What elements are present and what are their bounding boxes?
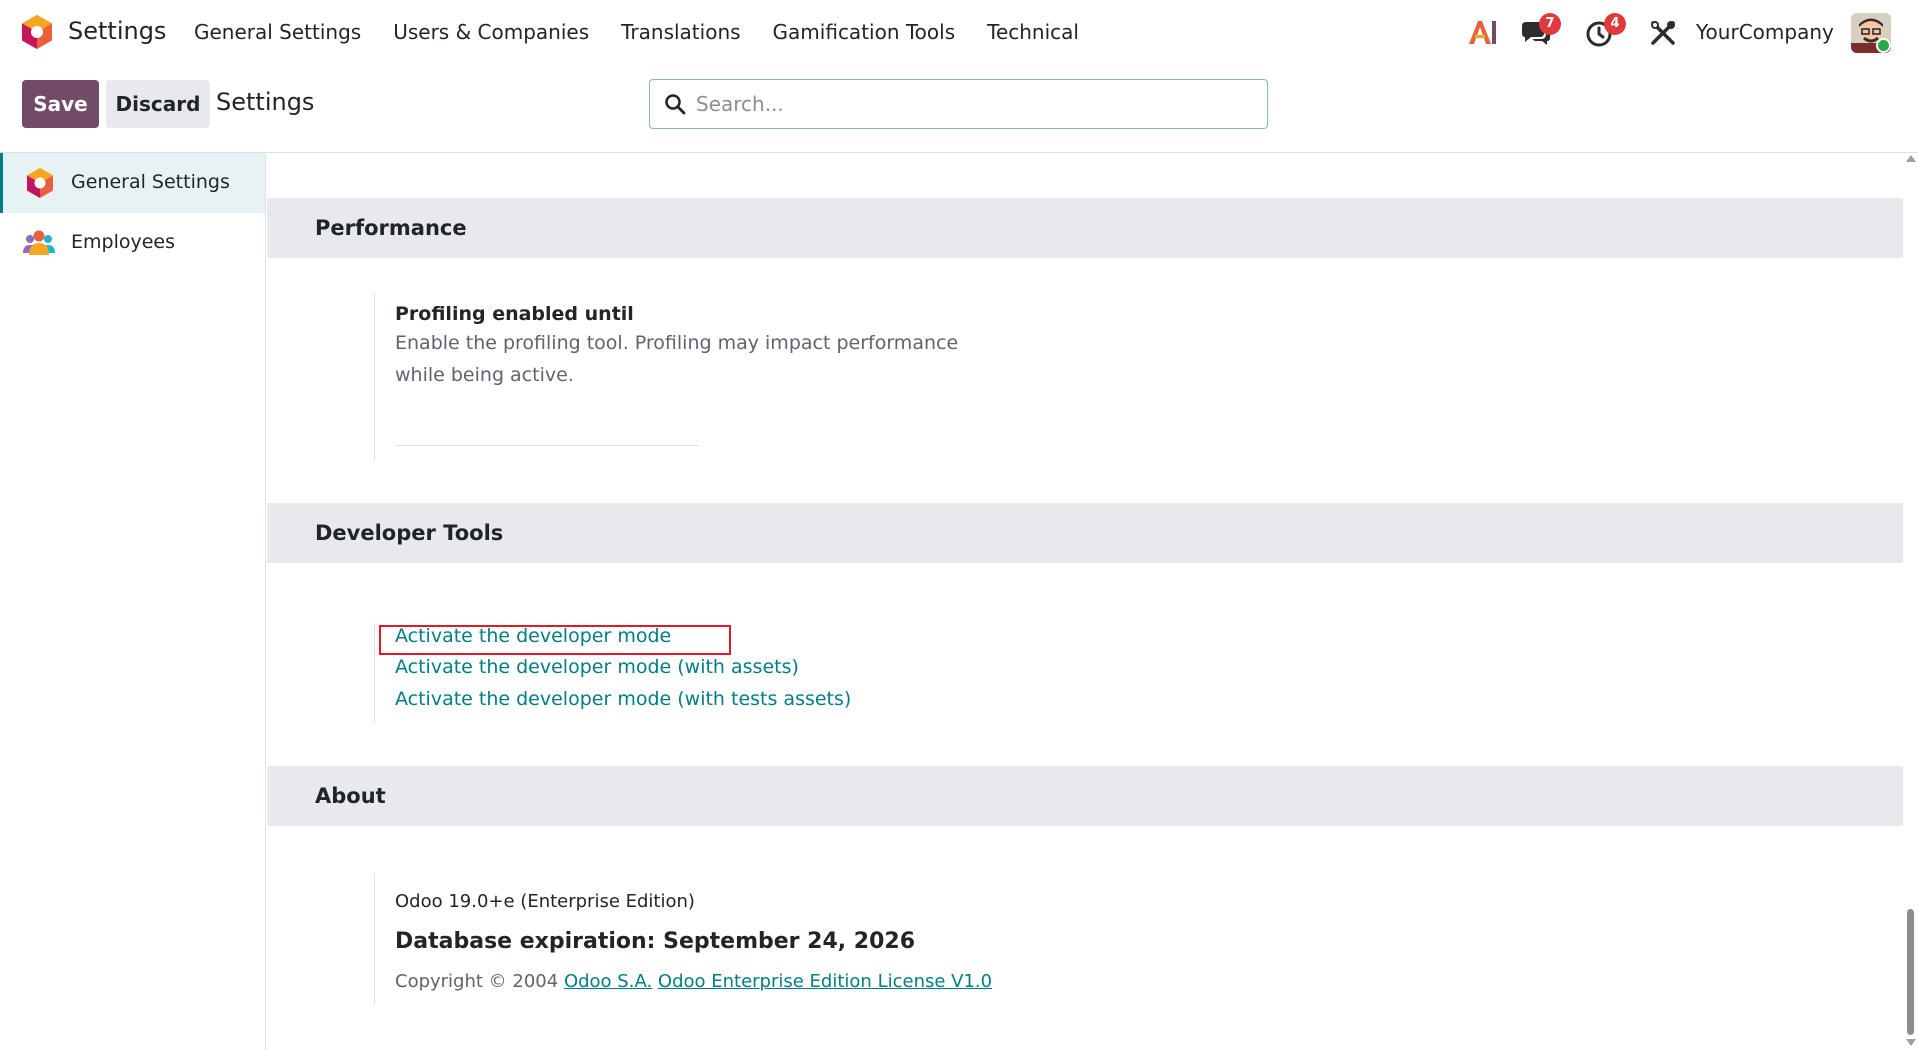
developer-tools-setting: Activate the developer mode Activate the…: [374, 623, 851, 723]
search-input[interactable]: [696, 88, 1256, 120]
app-name[interactable]: Settings: [68, 17, 166, 45]
profiling-date-field[interactable]: [395, 445, 699, 446]
section-title: Performance: [315, 216, 467, 240]
search-icon: [665, 94, 686, 115]
discard-button[interactable]: Discard: [106, 80, 210, 128]
main-menu: General Settings Users & Companies Trans…: [194, 20, 1111, 44]
section-title: Developer Tools: [315, 521, 504, 545]
sidebar-item-employees[interactable]: Employees: [0, 213, 265, 273]
search-box[interactable]: [649, 79, 1268, 129]
employees-icon: [23, 230, 55, 255]
copyright-text: Copyright © 2004: [395, 971, 559, 992]
save-button[interactable]: Save: [22, 80, 99, 128]
setting-title: Profiling enabled until: [395, 303, 634, 325]
sidebar-item-general-settings[interactable]: General Settings: [0, 153, 265, 213]
sidebar-item-label: General Settings: [71, 171, 230, 193]
highlight-box: [379, 625, 731, 655]
menu-gamification-tools[interactable]: Gamification Tools: [773, 20, 956, 44]
page-title: Settings: [216, 88, 315, 116]
activity-badge: 4: [1604, 13, 1626, 35]
odoo-sa-link[interactable]: Odoo S.A.: [564, 971, 652, 992]
odoo-app-icon[interactable]: [20, 14, 54, 50]
performance-section-header: Performance: [267, 198, 1903, 258]
scroll-down-arrow-icon[interactable]: [1906, 1039, 1916, 1046]
profiling-setting: Profiling enabled until Enable the profi…: [374, 293, 958, 461]
developer-tools-section-header: Developer Tools: [267, 503, 1903, 563]
menu-general-settings[interactable]: General Settings: [194, 20, 361, 44]
top-navbar: Settings General Settings Users & Compan…: [0, 0, 1918, 64]
content-scrollbar[interactable]: [1903, 153, 1918, 1050]
version-text: Odoo 19.0+e (Enterprise Edition): [395, 891, 695, 912]
menu-translations[interactable]: Translations: [621, 20, 740, 44]
settings-sidebar: General Settings Employees: [0, 153, 266, 1050]
menu-technical[interactable]: Technical: [987, 20, 1079, 44]
online-status-dot: [1876, 38, 1891, 53]
activate-developer-mode-assets-link[interactable]: Activate the developer mode (with assets…: [395, 656, 799, 678]
license-link[interactable]: Odoo Enterprise Edition License V1.0: [658, 971, 992, 992]
sidebar-item-label: Employees: [71, 231, 175, 253]
copyright-line: Copyright © 2004 Odoo S.A. Odoo Enterpri…: [395, 971, 992, 992]
setting-description: Enable the profiling tool. Profiling may…: [395, 332, 959, 386]
scroll-thumb[interactable]: [1907, 909, 1914, 1035]
settings-content: Performance Profiling enabled until Enab…: [267, 153, 1903, 1050]
odoo-general-settings-icon: [27, 168, 53, 198]
company-switcher[interactable]: YourCompany: [1696, 20, 1834, 44]
chat-badge: 7: [1539, 13, 1561, 35]
activate-developer-mode-tests-assets-link[interactable]: Activate the developer mode (with tests …: [395, 688, 851, 710]
database-expiration: Database expiration: September 24, 2026: [395, 929, 916, 954]
section-title: About: [315, 784, 386, 808]
about-section-header: About: [267, 766, 1903, 826]
about-setting: Odoo 19.0+e (Enterprise Edition) Databas…: [374, 873, 992, 1005]
scroll-up-arrow-icon[interactable]: [1906, 155, 1916, 162]
ai-icon[interactable]: [1466, 18, 1498, 46]
menu-users-companies[interactable]: Users & Companies: [393, 20, 589, 44]
debug-tools-icon[interactable]: [1649, 19, 1677, 47]
